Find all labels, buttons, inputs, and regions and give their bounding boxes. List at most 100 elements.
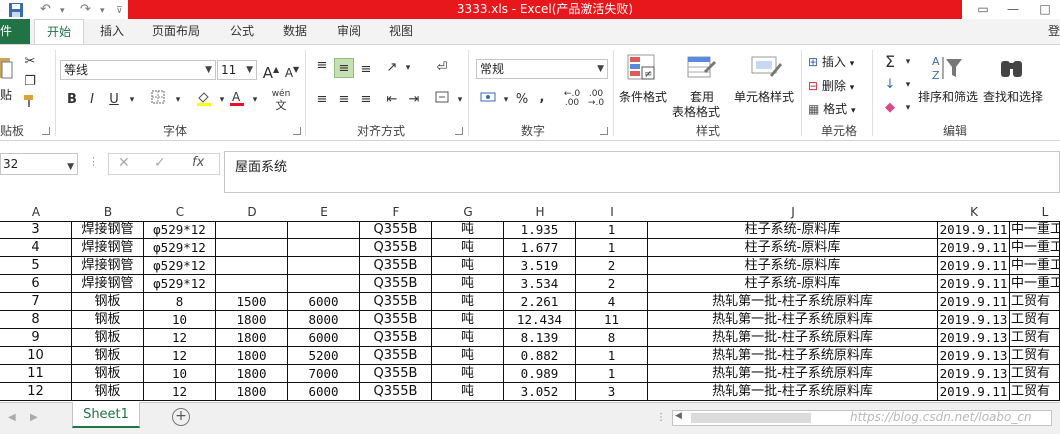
fill-color-icon[interactable]	[194, 90, 214, 110]
grid-cell-k[interactable]: 2019.9.11	[938, 275, 1010, 293]
grid-cell-f[interactable]: Q355B	[360, 347, 432, 365]
grid-cell-h[interactable]: 3.519	[504, 257, 576, 275]
find-select-button[interactable]: 查找和选择	[983, 88, 1043, 105]
cell-styles-button[interactable]: 单元格样式	[734, 88, 794, 105]
clear-dropdown-icon[interactable]: ▾	[898, 98, 918, 118]
grid-cell-h[interactable]: 12.434	[504, 311, 576, 329]
grid-cell-d[interactable]	[216, 275, 288, 293]
tab-home[interactable]: 开始	[34, 19, 84, 44]
accounting-format-icon[interactable]	[478, 90, 498, 110]
clear-icon[interactable]: ◆	[880, 98, 900, 118]
column-header-a[interactable]: A	[0, 205, 72, 220]
grid-cell-b[interactable]: 钢板	[72, 329, 144, 347]
grid-cell-j[interactable]: 柱子系统-原料库	[648, 239, 938, 257]
undo-dropdown-icon[interactable]: ▾	[60, 0, 65, 19]
paste-icon[interactable]	[0, 54, 14, 84]
fill-dropdown-icon[interactable]: ▾	[898, 75, 918, 95]
grid-cell-a[interactable]: 7	[0, 293, 72, 311]
grid-cell-g[interactable]: 吨	[432, 221, 504, 239]
grid-cell-l[interactable]: 工贸有	[1010, 365, 1060, 383]
grid-cell-j[interactable]: 热轧第一批-柱子系统原料库	[648, 311, 938, 329]
grid-cell-g[interactable]: 吨	[432, 275, 504, 293]
grid-cell-b[interactable]: 焊接钢管	[72, 221, 144, 239]
grid-cell-c[interactable]: 10	[144, 311, 216, 329]
grid-cell-l[interactable]: 中一重工	[1010, 275, 1060, 293]
grid-cell-b[interactable]: 钢板	[72, 347, 144, 365]
grid-cell-k[interactable]: 2019.9.11	[938, 293, 1010, 311]
clipboard-launcher-icon[interactable]	[42, 127, 50, 135]
grid-cell-f[interactable]: Q355B	[360, 365, 432, 383]
paste-button[interactable]: 贴	[0, 86, 12, 103]
grid-cell-i[interactable]: 3	[576, 383, 648, 401]
scroll-sheets-left-icon[interactable]: ◀	[8, 412, 16, 423]
grid-cell-e[interactable]	[288, 221, 360, 239]
grid-cell-h[interactable]: 0.989	[504, 365, 576, 383]
grid-cell-j[interactable]: 柱子系统-原料库	[648, 257, 938, 275]
grid-cell-i[interactable]: 4	[576, 293, 648, 311]
merge-dropdown-icon[interactable]: ▾	[450, 90, 470, 110]
tab-insert[interactable]: 插入	[100, 19, 124, 44]
grid-cell-f[interactable]: Q355B	[360, 329, 432, 347]
grid-cell-a[interactable]: 10	[0, 347, 72, 365]
grid-cell-d[interactable]: 1800	[216, 311, 288, 329]
comma-style-button[interactable]: ,	[532, 88, 552, 108]
number-launcher-icon[interactable]	[600, 127, 608, 135]
grid-cell-d[interactable]	[216, 221, 288, 239]
cancel-entry-icon[interactable]: ✕	[118, 155, 130, 171]
conditional-formatting-icon[interactable]: ≠	[626, 53, 658, 86]
grid-cell-a[interactable]: 5	[0, 257, 72, 275]
grid-cell-a[interactable]: 3	[0, 221, 72, 239]
merge-center-icon[interactable]	[432, 90, 452, 110]
alignment-launcher-icon[interactable]	[455, 127, 463, 135]
insert-cells-button[interactable]: ⊞ 插入 ▾	[808, 53, 854, 70]
tab-file[interactable]: 件	[0, 19, 30, 44]
grid-cell-e[interactable]: 8000	[288, 311, 360, 329]
grid-cell-g[interactable]: 吨	[432, 365, 504, 383]
column-header-l[interactable]: L	[1010, 205, 1060, 220]
grid-cell-f[interactable]: Q355B	[360, 275, 432, 293]
grid-cell-b[interactable]: 焊接钢管	[72, 239, 144, 257]
grid-cell-e[interactable]: 6000	[288, 383, 360, 401]
borders-dropdown-icon[interactable]: ▾	[168, 90, 188, 110]
account-signin[interactable]: 登	[1048, 19, 1060, 44]
grid-cell-j[interactable]: 柱子系统-原料库	[648, 275, 938, 293]
grid-cell-k[interactable]: 2019.9.13	[938, 311, 1010, 329]
font-color-icon[interactable]: A	[227, 90, 247, 110]
grid-cell-e[interactable]	[288, 239, 360, 257]
column-header-c[interactable]: C	[144, 205, 216, 220]
grid-cell-c[interactable]: 12	[144, 383, 216, 401]
customize-toolbar-icon[interactable]: ⊽	[116, 0, 123, 19]
grid-cell-d[interactable]	[216, 257, 288, 275]
grid-cell-b[interactable]: 钢板	[72, 293, 144, 311]
format-cells-button[interactable]: ▦ 格式 ▾	[808, 100, 856, 117]
grid-cell-e[interactable]: 7000	[288, 365, 360, 383]
scrollbar-thumb[interactable]	[691, 413, 811, 423]
autosum-dropdown-icon[interactable]: ▾	[898, 52, 918, 72]
grid-cell-i[interactable]: 2	[576, 275, 648, 293]
grid-cell-a[interactable]: 12	[0, 383, 72, 401]
grid-cell-k[interactable]: 2019.9.11	[938, 257, 1010, 275]
font-launcher-icon[interactable]	[293, 127, 301, 135]
grid-cell-c[interactable]: 10	[144, 365, 216, 383]
hscroll-splitter-icon[interactable]: ⋮	[656, 412, 666, 423]
grid-cell-b[interactable]: 钢板	[72, 365, 144, 383]
column-header-b[interactable]: B	[72, 205, 144, 220]
font-name-dropdown[interactable]: 等线 ▼	[60, 60, 216, 80]
grid-cell-l[interactable]: 工贸有	[1010, 311, 1060, 329]
font-size-dropdown[interactable]: 11 ▼	[217, 60, 257, 80]
maximize-button[interactable]: □	[1030, 0, 1060, 19]
grid-cell-e[interactable]	[288, 257, 360, 275]
grid-cell-k[interactable]: 2019.9.11	[938, 383, 1010, 401]
conditional-formatting-button[interactable]: 条件格式	[619, 88, 667, 105]
column-header-f[interactable]: F	[360, 205, 432, 220]
tab-review[interactable]: 审阅	[337, 19, 361, 44]
grid-cell-i[interactable]: 2	[576, 257, 648, 275]
grid-cell-l[interactable]: 工贸有	[1010, 383, 1060, 401]
formula-bar-splitter-icon[interactable]: ⋮	[88, 155, 99, 168]
grid-cell-k[interactable]: 2019.9.13	[938, 365, 1010, 383]
percent-button[interactable]: %	[512, 90, 532, 110]
increase-decimal-icon[interactable]: ←.0.00	[562, 90, 582, 110]
tab-formulas[interactable]: 公式	[230, 19, 254, 44]
grid-cell-c[interactable]: 12	[144, 347, 216, 365]
grid-cell-b[interactable]: 钢板	[72, 311, 144, 329]
